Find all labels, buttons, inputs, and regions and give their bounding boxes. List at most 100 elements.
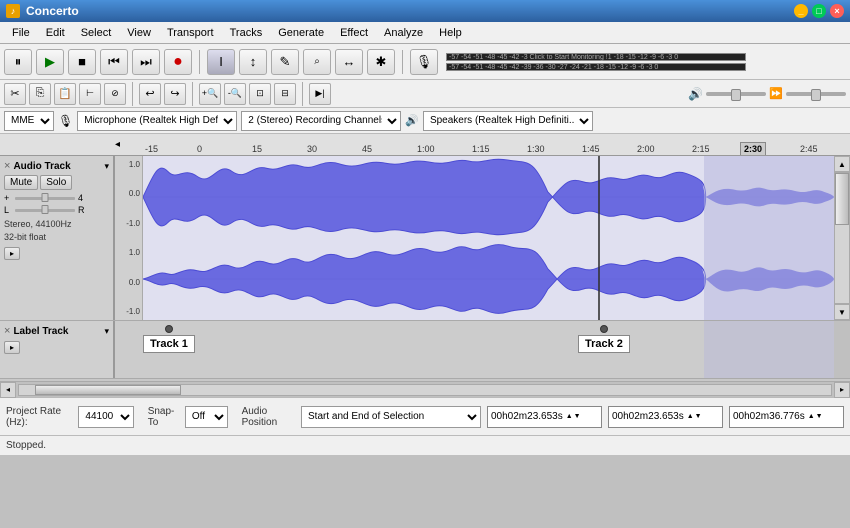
waveform-container: 1.0 0.0 -1.0 1.0 0.0 -1.0 [115, 156, 834, 320]
ruler-controls: ◂ [115, 139, 145, 150]
label-track-close[interactable]: × [4, 325, 10, 337]
stop-button[interactable]: ■ [68, 49, 96, 75]
skip-fwd-button[interactable]: ⏭ [132, 49, 160, 75]
gain-slider[interactable] [15, 197, 75, 200]
vscroll-up[interactable]: ▲ [834, 156, 850, 172]
label-track-menu[interactable]: ▾ [104, 326, 109, 337]
pos2-spin-down[interactable]: ▼ [695, 413, 702, 420]
track1-label-box: Track 1 [143, 335, 195, 353]
pan-l: L [4, 205, 12, 215]
ruler-mark-1-00: 1:00 [417, 144, 435, 154]
selection-mode-select[interactable]: Start and End of Selection [301, 406, 481, 428]
speed-slider[interactable] [786, 92, 846, 96]
menu-analyze[interactable]: Analyze [376, 25, 431, 41]
timeshift-tool[interactable]: ↔ [335, 49, 363, 75]
pause-button[interactable]: ⏸ [4, 49, 32, 75]
menu-select[interactable]: Select [73, 25, 120, 41]
mute-button[interactable]: Mute [4, 175, 38, 190]
menu-view[interactable]: View [119, 25, 159, 41]
project-rate-select[interactable]: 44100 [78, 406, 133, 428]
zoom-out-tool[interactable]: -🔍 [224, 83, 246, 105]
close-button[interactable]: × [830, 4, 844, 18]
cut-tool[interactable]: ✂ [4, 83, 26, 105]
vscroll-thumb[interactable] [835, 173, 849, 225]
fit-project-tool[interactable]: ⊡ [249, 83, 271, 105]
menu-edit[interactable]: Edit [38, 25, 73, 41]
channels-select[interactable]: 2 (Stereo) Recording Channels [241, 111, 401, 131]
draw-tool[interactable]: ✎ [271, 49, 299, 75]
hscroll-thumb[interactable] [35, 385, 181, 395]
waveform-area[interactable] [143, 156, 834, 320]
menu-file[interactable]: File [4, 25, 38, 41]
hscroll-right[interactable]: ▸ [834, 382, 850, 398]
trim-tool[interactable]: ⊢ [79, 83, 101, 105]
label-track-controls: × Label Track ▾ ▸ [0, 321, 115, 378]
audio-track: × Audio Track ▾ Mute Solo + 4 L R [0, 156, 850, 321]
pos3-spin-up[interactable]: ▲ [808, 413, 815, 420]
position-1[interactable]: 00h02m23.653s ▲ ▼ [487, 406, 602, 428]
minimize-button[interactable]: _ [794, 4, 808, 18]
time-ruler: ◂ -15 0 15 30 45 1:00 1:15 1:30 1:45 2:0… [0, 134, 850, 156]
pos1-value: 00h02m23.653s [491, 411, 563, 422]
zoom-tool[interactable]: ⌕ [303, 49, 331, 75]
audio-track-buttons: Mute Solo [4, 175, 109, 190]
ruler-arrow-left[interactable]: ◂ [115, 139, 120, 150]
snap-to-select[interactable]: Off [185, 406, 228, 428]
track1-dot [165, 325, 173, 333]
label-expand-btn[interactable]: ▸ [4, 341, 20, 354]
status-bar: Project Rate (Hz): 44100 Snap-To Off Aud… [0, 397, 850, 435]
maximize-button[interactable]: □ [812, 4, 826, 18]
scale-1-bot: -1.0 [117, 219, 140, 228]
position-2[interactable]: 00h02m23.653s ▲ ▼ [608, 406, 723, 428]
menu-generate[interactable]: Generate [270, 25, 332, 41]
pos2-spin-up[interactable]: ▲ [687, 413, 694, 420]
label-track: × Label Track ▾ ▸ Track 1 Track 2 [0, 321, 850, 379]
select-tool[interactable]: I [207, 49, 235, 75]
undo-tool[interactable]: ↩ [139, 83, 161, 105]
track-expand-controls: ▸ [4, 247, 109, 260]
ruler-content: -15 0 15 30 45 1:00 1:15 1:30 1:45 2:00 … [145, 134, 850, 155]
fit-track-tool[interactable]: ⊟ [274, 83, 296, 105]
skip-back-button[interactable]: ⏮ [100, 49, 128, 75]
mic-select[interactable]: Microphone (Realtek High Defi... [77, 111, 237, 131]
vu-meters: -57 -54 -51 -48 -45 -42 -3 Click to Star… [446, 53, 746, 71]
play-button[interactable]: ▶ [36, 49, 64, 75]
play-cursor-tool[interactable]: ▶| [309, 83, 331, 105]
solo-button[interactable]: Solo [40, 175, 72, 190]
pan-slider[interactable] [15, 209, 75, 212]
zoom-in-tool[interactable]: +🔍 [199, 83, 221, 105]
envelope-tool[interactable]: ↕ [239, 49, 267, 75]
menu-tracks[interactable]: Tracks [222, 25, 271, 41]
pos1-spin-up[interactable]: ▲ [566, 413, 573, 420]
app-icon: ♪ [6, 4, 20, 18]
speed-control: ⏩ [769, 87, 846, 100]
paste-tool[interactable]: 📋 [54, 83, 76, 105]
track-expand-btn[interactable]: ▸ [4, 247, 20, 260]
multi-tool[interactable]: ✱ [367, 49, 395, 75]
scale-2-bot: -1.0 [117, 307, 140, 316]
menu-effect[interactable]: Effect [332, 25, 376, 41]
hscroll-left[interactable]: ◂ [0, 382, 16, 398]
label-track-content[interactable]: Track 1 Track 2 [115, 321, 834, 378]
gain-label: + [4, 193, 12, 203]
silence-tool[interactable]: ⊘ [104, 83, 126, 105]
audio-track-close[interactable]: × [4, 160, 10, 172]
redo-tool[interactable]: ↪ [164, 83, 186, 105]
pos3-spin-down[interactable]: ▼ [816, 413, 823, 420]
mic-btn[interactable]: 🎙 [410, 49, 438, 75]
volume-icon: 🔊 [688, 87, 703, 101]
host-select[interactable]: MME [4, 111, 54, 131]
position-3[interactable]: 00h02m36.776s ▲ ▼ [729, 406, 844, 428]
copy-tool[interactable]: ⎘ [29, 83, 51, 105]
volume-slider[interactable] [706, 92, 766, 96]
vscroll-down[interactable]: ▼ [834, 304, 850, 320]
ruler-mark-2-45: 2:45 [800, 144, 818, 154]
menu-transport[interactable]: Transport [159, 25, 222, 41]
ruler-mark-0: 0 [197, 144, 202, 154]
speaker-select[interactable]: Speakers (Realtek High Definiti... [423, 111, 593, 131]
record-button[interactable]: ● [164, 49, 192, 75]
audio-track-menu[interactable]: ▾ [104, 161, 109, 172]
menu-help[interactable]: Help [431, 25, 470, 41]
mic-icon: 🎙 [58, 114, 73, 128]
pos1-spin-down[interactable]: ▼ [574, 413, 581, 420]
